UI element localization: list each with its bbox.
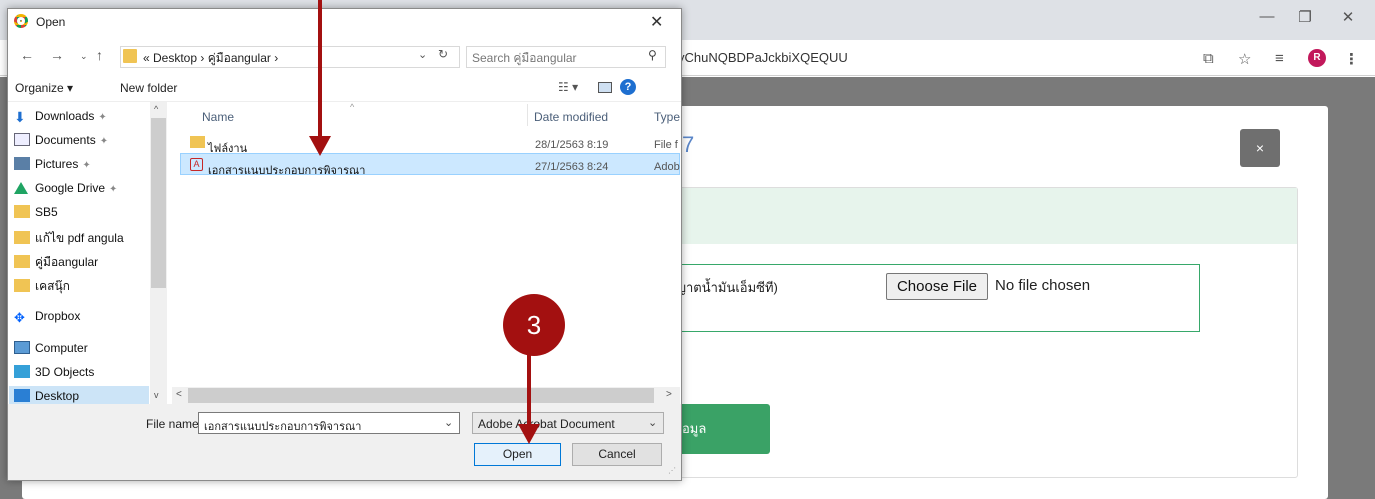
sidebar-item-sb5[interactable]: SB5 <box>14 205 154 227</box>
help-icon[interactable]: ? <box>620 79 636 95</box>
reading-list-icon[interactable]: ≡ <box>1275 50 1284 67</box>
no-file-text: No file chosen <box>995 277 1091 294</box>
computer-icon <box>14 341 30 354</box>
nav-scrollbar-thumb[interactable] <box>151 118 166 288</box>
sidebar-item-manual-angular[interactable]: คู่มือangular <box>14 253 154 275</box>
close-window-button[interactable]: ✕ <box>1333 8 1363 30</box>
path-breadcrumb[interactable]: « Desktop › คู่มือangular › <box>143 49 278 68</box>
annotation-arrow <box>318 0 322 142</box>
sidebar-item-computer[interactable]: Computer <box>14 341 154 363</box>
save-button[interactable]: อมูล <box>678 404 770 454</box>
sidebar-item-pdf-angular[interactable]: แก้ไข pdf angula <box>14 229 154 251</box>
scroll-up-icon[interactable]: ^ <box>154 104 158 114</box>
folder-icon <box>14 231 30 244</box>
folder-icon <box>190 136 205 148</box>
folder-icon <box>14 255 30 268</box>
pdf-icon: A <box>190 158 203 171</box>
modal-close-button[interactable]: × <box>1240 129 1280 167</box>
sidebar-item-documents[interactable]: Documents ✦ <box>14 133 154 155</box>
cancel-button[interactable]: Cancel <box>572 443 662 466</box>
chevron-down-icon[interactable]: ⌄ <box>648 416 657 429</box>
search-placeholder: Search คู่มือangular <box>472 51 577 65</box>
google-drive-icon <box>14 182 28 194</box>
sidebar-item-3d-objects[interactable]: 3D Objects <box>14 365 154 387</box>
sidebar-item-google-drive[interactable]: Google Drive ✦ <box>14 181 154 203</box>
dialog-titlebar <box>8 9 681 39</box>
open-button[interactable]: Open <box>474 443 561 466</box>
pin-icon: ✦ <box>99 136 109 147</box>
recent-dropdown-icon[interactable]: ⌄ <box>80 51 88 62</box>
sidebar-item-case[interactable]: เคสนุ๊ก <box>14 277 154 299</box>
upload-label: นุญาตน้ำมันเอ็มซีที) <box>666 280 778 295</box>
file-name: เอกสารแนบประกอบการพิจารณา <box>208 165 366 177</box>
file-type-value: Adobe Acrobat Document <box>478 417 615 431</box>
folder-icon <box>14 205 30 218</box>
forward-arrow-icon[interactable]: → <box>50 47 64 63</box>
column-date-modified[interactable]: Date modified <box>534 110 608 124</box>
preview-pane-icon[interactable] <box>598 82 612 93</box>
new-folder-button[interactable]: New folder <box>120 81 177 95</box>
download-icon: ⬇ <box>14 109 26 125</box>
back-arrow-icon[interactable]: ← <box>20 47 34 63</box>
file-name: ไฟล์งาน <box>208 143 248 155</box>
menu-icon[interactable]: ⋮ <box>1344 50 1359 68</box>
pin-icon: ✦ <box>82 160 91 171</box>
column-name[interactable]: Name <box>202 110 234 124</box>
url-text[interactable]: yChuNQBDPaJckbiXQEQUU <box>678 50 848 65</box>
scroll-left-icon[interactable]: < <box>176 389 182 400</box>
annotation-arrowhead <box>309 136 331 156</box>
step-number-badge: 3 <box>503 294 565 356</box>
chevron-down-icon[interactable]: ⌄ <box>444 416 453 429</box>
scroll-down-icon[interactable]: v <box>154 390 159 400</box>
scroll-right-icon[interactable]: > <box>666 389 672 400</box>
dialog-close-button[interactable]: ✕ <box>650 12 663 32</box>
minimize-button[interactable]: — <box>1252 8 1282 30</box>
horizontal-scrollbar-thumb[interactable] <box>188 388 654 403</box>
documents-icon <box>14 133 30 146</box>
path-dropdown-icon[interactable]: ⌄ <box>418 48 427 61</box>
profile-avatar[interactable]: R <box>1308 49 1326 67</box>
sidebar-item-downloads[interactable]: ⬇ Downloads ✦ <box>14 109 154 131</box>
refresh-icon[interactable]: ↻ <box>438 47 448 61</box>
file-name-label: File name: <box>146 417 203 431</box>
view-options-icon[interactable]: ☷ ▾ <box>558 80 578 94</box>
dialog-title: Open <box>36 15 66 29</box>
choose-file-button[interactable]: Choose File <box>886 273 988 300</box>
file-date: 27/1/2563 8:24 <box>535 161 609 173</box>
file-type: Adob <box>654 161 680 173</box>
sort-caret-icon: ^ <box>350 102 355 112</box>
organize-button[interactable]: Organize ▾ <box>15 81 73 95</box>
resize-grip-icon[interactable]: ⋰ <box>668 466 676 475</box>
column-divider <box>527 104 528 126</box>
up-arrow-icon[interactable]: ↑ <box>96 47 103 63</box>
annotation-arrowhead <box>518 424 540 444</box>
pin-icon: ✦ <box>98 112 107 123</box>
sidebar-item-dropbox[interactable]: ✥ Dropbox <box>14 309 154 331</box>
restore-button[interactable]: ❐ <box>1290 8 1320 30</box>
file-name-value: เอกสารแนบประกอบการพิจารณา <box>204 421 362 433</box>
chrome-icon <box>14 14 28 28</box>
sidebar-item-pictures[interactable]: Pictures ✦ <box>14 157 154 179</box>
annotation-arrow <box>527 346 531 430</box>
dropbox-icon: ✥ <box>14 310 25 325</box>
column-type[interactable]: Type <box>654 110 680 124</box>
3d-objects-icon <box>14 365 30 378</box>
desktop-icon <box>14 389 30 402</box>
file-type: File f <box>654 139 678 151</box>
pin-icon: ✦ <box>109 184 118 195</box>
folder-icon <box>14 279 30 292</box>
translate-icon[interactable]: ⧉ <box>1203 50 1214 67</box>
search-icon[interactable]: ⚲ <box>648 48 657 62</box>
modal-title-fragment: 7 <box>682 132 695 157</box>
dialog-toolbar <box>8 72 681 102</box>
star-icon[interactable]: ☆ <box>1238 50 1251 68</box>
folder-icon <box>123 49 137 63</box>
file-date: 28/1/2563 8:19 <box>535 139 609 151</box>
pictures-icon <box>14 157 30 170</box>
